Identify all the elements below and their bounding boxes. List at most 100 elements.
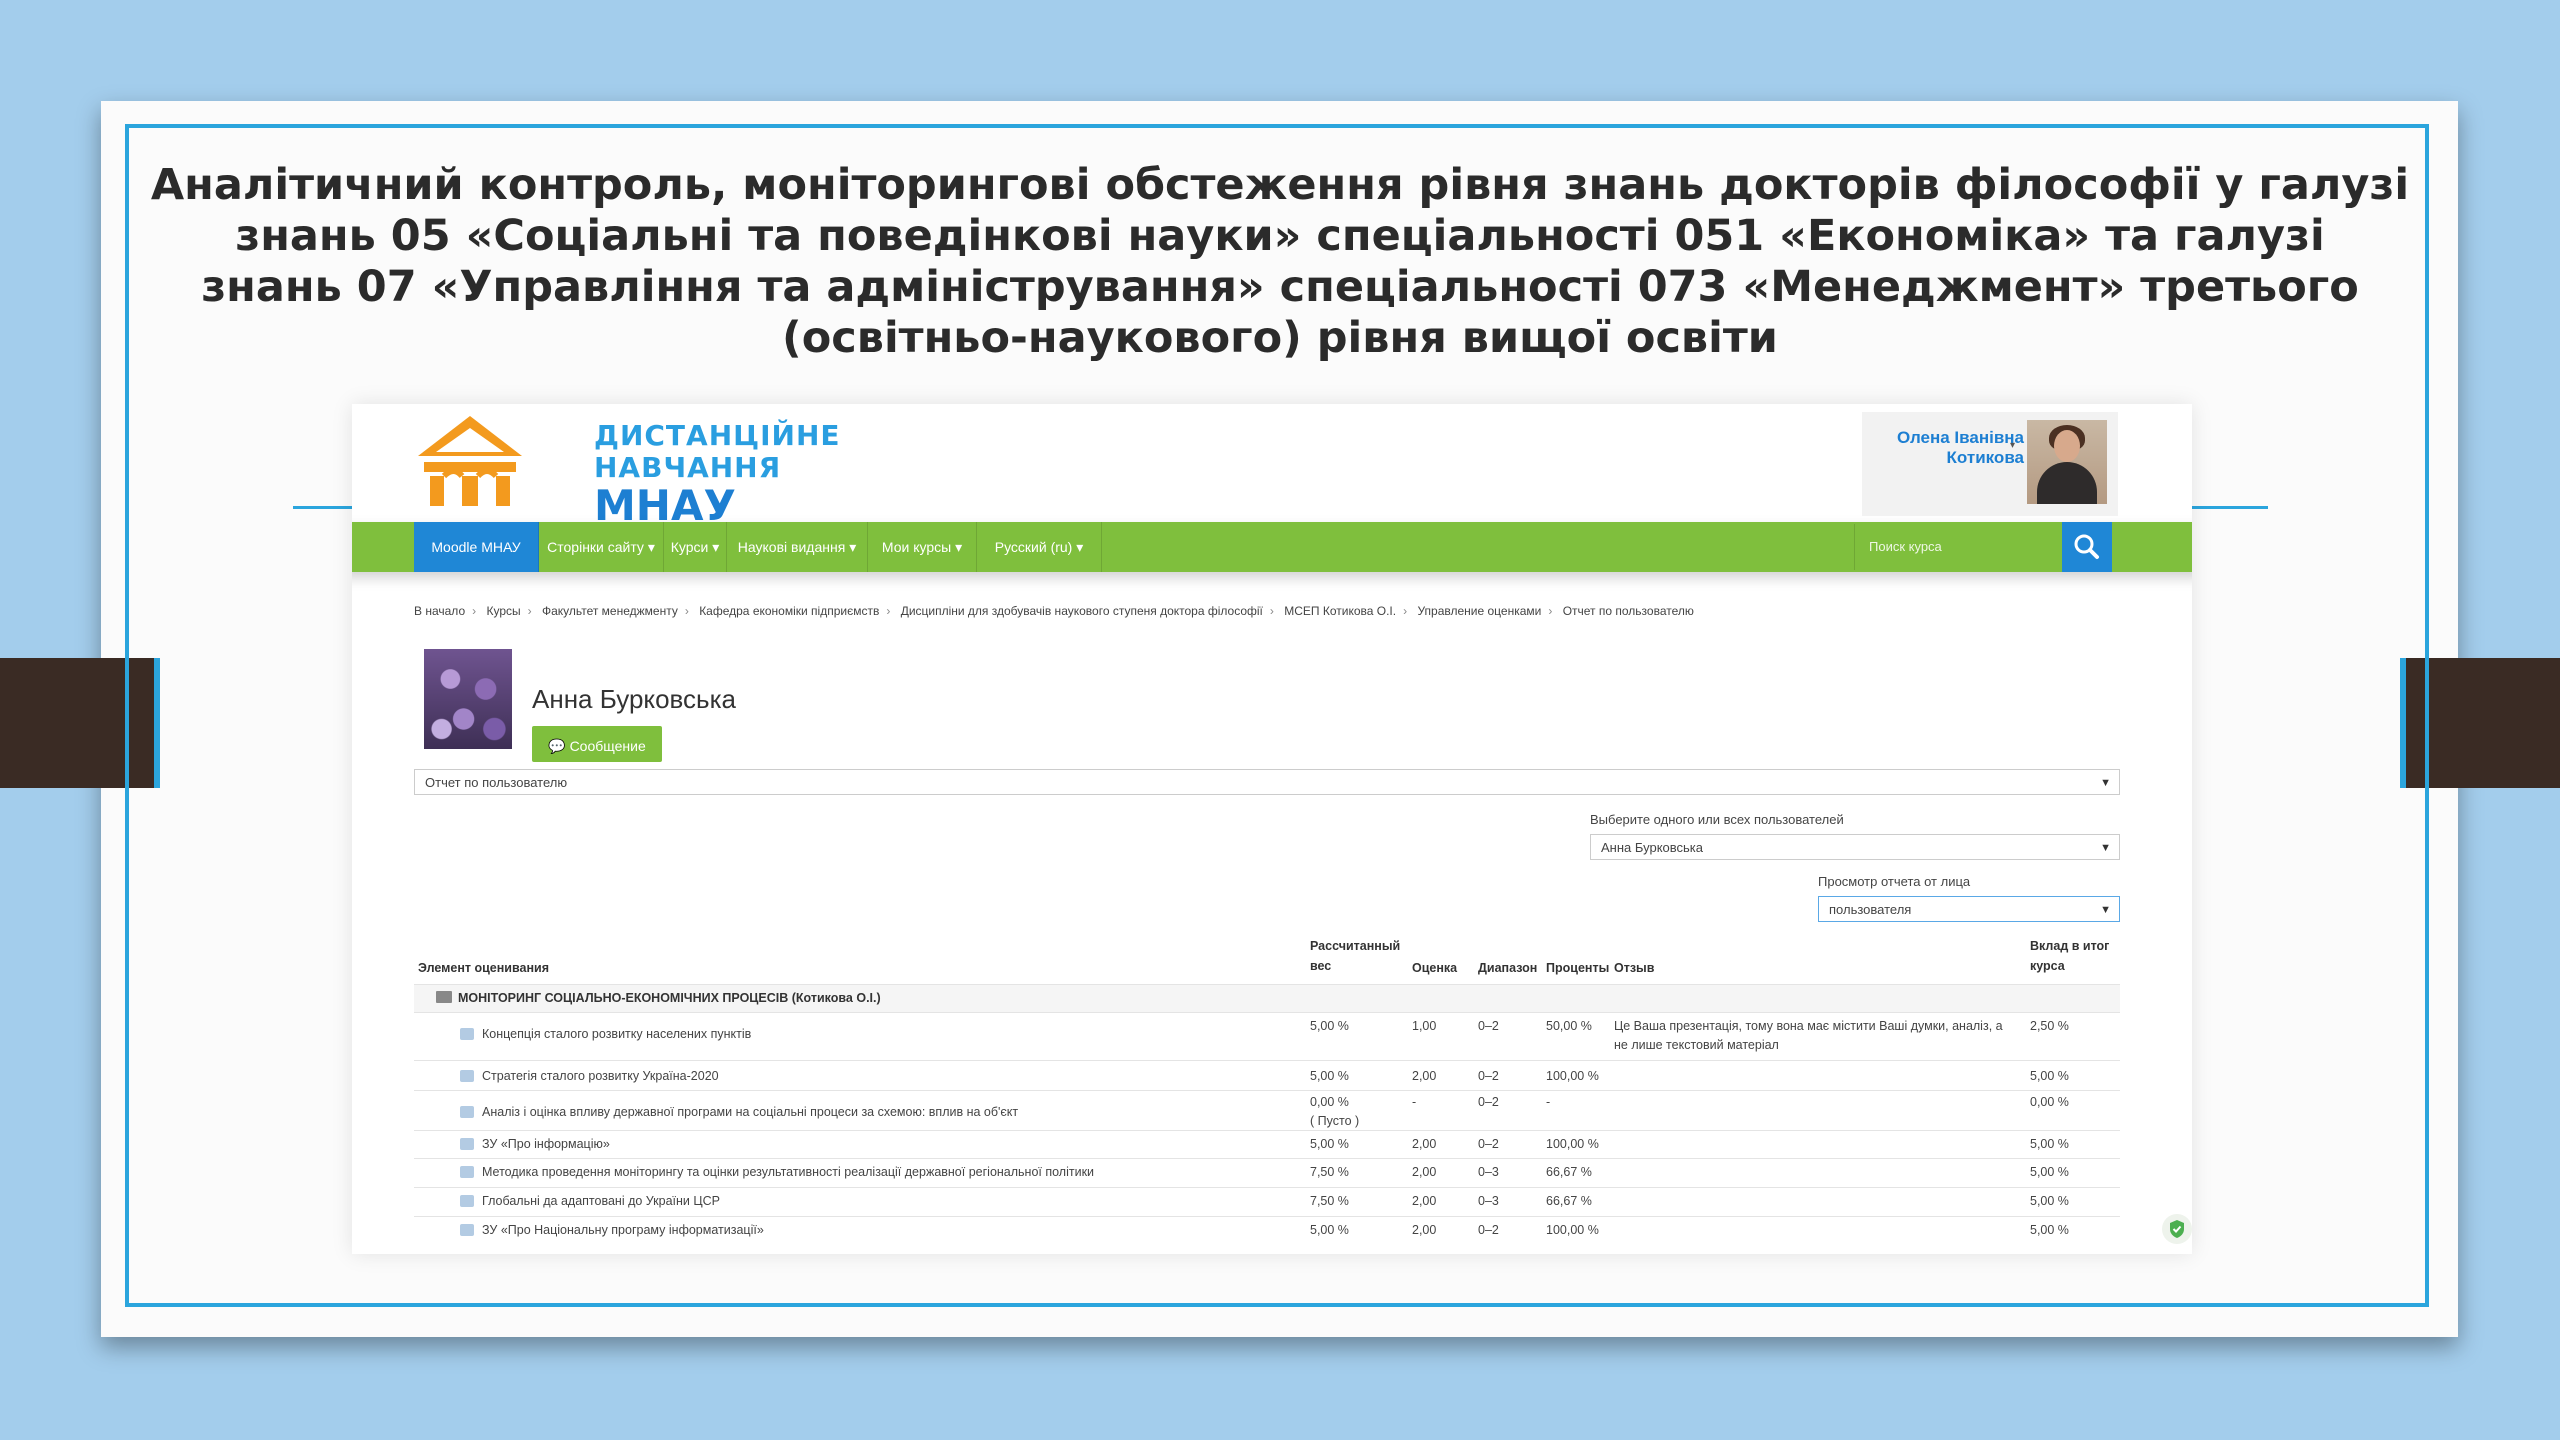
title-line: знань 05 «Соціальні та поведінкові науки… [235,211,2325,261]
assignment-icon [460,1195,474,1207]
chevron-down-icon[interactable]: ▾ [2010,440,2015,451]
feedback-line: не лише текстовий матеріал [1614,1038,1779,1052]
logo-line-1: ДИСТАНЦІЙНЕ [594,419,841,452]
weight-cell: 5,00 % [1310,1223,1349,1237]
grade-item-link[interactable]: Методика проведення моніторингу та оцінк… [460,1163,1094,1182]
grade-item-name: Стратегія сталого розвитку Україна-2020 [482,1069,719,1083]
user-select[interactable]: Анна Бурковська ▼ [1590,834,2120,860]
report-type-select[interactable]: Отчет по пользователю ▼ [414,769,2120,795]
view-as-select[interactable]: пользователя ▼ [1818,896,2120,922]
student-name: Анна Бурковська [532,684,737,714]
grade-cell: 2,00 [1412,1194,1437,1208]
grade-item-link[interactable]: ЗУ «Про Національну програму інформатиза… [460,1221,764,1240]
percent-cell: - [1546,1095,1551,1109]
logo-text: ДИСТАНЦІЙНЕ НАВЧАННЯ МНАУ [594,420,841,528]
grade-item-name: Аналіз і оцінка впливу державної програм… [482,1105,1019,1119]
user-menu[interactable]: Олена Іванівна Котикова ▾ [1862,412,2118,516]
user-select-value: Анна Бурковська [1601,840,1704,855]
grade-item-link[interactable]: ЗУ «Про інформацію» [460,1135,610,1154]
title-line: знань 07 «Управління та адміністрування»… [201,262,2359,312]
table-row: Концепція сталого розвитку населених пун… [414,1012,2120,1061]
nav-item-language[interactable]: Русский (ru) ▾ [977,522,1102,572]
search-button[interactable] [2062,522,2112,572]
grade-cell: 2,00 [1412,1069,1437,1083]
chevron-down-icon: ▾ [712,539,720,555]
header-range: Диапазон [1478,961,1538,975]
chevron-down-icon: ▼ [2100,904,2111,916]
nav-item-courses[interactable]: Курси ▾ [664,522,727,572]
slide-title: Аналітичний контроль, моніторингові обст… [140,160,2420,364]
chevron-down-icon: ▾ [849,539,857,555]
report-type-value: Отчет по пользователю [425,775,568,790]
breadcrumb: В начало › Курсы › Факультет менеджменту › … [414,604,1694,618]
users-select-label: Выберите одного или всех пользователей [1590,812,1844,827]
contribution-cell: 0,00 % [2030,1095,2069,1109]
grade-item-name: Методика проведення моніторингу та оцінк… [482,1165,1095,1179]
percent-cell: 100,00 % [1546,1223,1599,1237]
contribution-cell: 5,00 % [2030,1194,2069,1208]
folder-icon [436,991,452,1003]
view-as-label: Просмотр отчета от лица [1818,874,1971,889]
range-cell: 0–3 [1478,1165,1499,1179]
percent-cell: 66,67 % [1546,1165,1592,1179]
grade-item-name: ЗУ «Про Національну програму інформатиза… [482,1223,764,1237]
user-name[interactable]: Олена Іванівна Котикова [1870,428,2024,468]
site-logo[interactable]: ДИСТАНЦІЙНЕ НАВЧАННЯ МНАУ [414,410,840,528]
nav-item-my-courses[interactable]: Мои курсы ▾ [868,522,977,572]
category-title-text: МОНІТОРИНГ СОЦІАЛЬНО-ЕКОНОМІЧНИХ ПРОЦЕСІ… [458,991,881,1005]
range-cell: 0–2 [1478,1223,1499,1237]
table-row: Аналіз і оцінка впливу державної програм… [414,1090,2120,1131]
search-icon [2074,534,2099,559]
nav-label: Русский (ru) [994,539,1073,555]
breadcrumb-item[interactable]: Факультет менеджменту [542,604,678,618]
grade-item-link[interactable]: Аналіз і оцінка впливу державної програм… [460,1103,1018,1122]
nav-item-moodle[interactable]: Moodle МНАУ [414,522,539,572]
table-row: Стратегія сталого розвитку Україна-2020 … [414,1060,2120,1091]
message-button-label: Сообщение [569,738,646,754]
breadcrumb-item[interactable]: Курсы [486,604,520,618]
nav-item-publications[interactable]: Наукові видання ▾ [727,522,868,572]
weight-cell: 7,50 % [1310,1165,1349,1179]
chevron-down-icon: ▾ [647,539,655,555]
breadcrumb-item[interactable]: Управление оценками [1417,604,1541,618]
weight-cell: 0,00 % ( Пусто ) [1310,1093,1359,1131]
user-name-line: Олена Іванівна [1896,428,2024,447]
title-line: (освітньо-наукового) рівня вищої освіти [782,313,1778,363]
avatar[interactable] [2027,420,2107,504]
nav-label: Курси [670,539,709,555]
breadcrumb-item[interactable]: Отчет по пользователю [1563,604,1694,618]
title-line: Аналітичний контроль, моніторингові обст… [150,160,2410,210]
chevron-down-icon: ▼ [2100,842,2111,854]
grade-item-link[interactable]: Глобальні да адаптовані до України ЦСР [460,1192,720,1211]
contribution-cell: 5,00 % [2030,1137,2069,1151]
assignment-icon [460,1166,474,1178]
main-navbar: Moodle МНАУ Сторінки сайту ▾ Курси ▾ Нау… [352,522,2192,572]
contribution-cell: 5,00 % [2030,1165,2069,1179]
contribution-cell: 2,50 % [2030,1019,2069,1033]
header-weight-line: вес [1310,959,1332,973]
breadcrumb-item[interactable]: Кафедра економіки підприємств [699,604,879,618]
assignment-icon [460,1028,474,1040]
chevron-down-icon: ▾ [1076,539,1084,555]
chevron-down-icon: ▾ [955,539,963,555]
breadcrumb-item[interactable]: Дисципліни для здобувачів наукового ступ… [901,604,1263,618]
breadcrumb-item[interactable]: В начало [414,604,465,618]
nav-item-site-pages[interactable]: Сторінки сайту ▾ [539,522,664,572]
message-button[interactable]: 💬 Сообщение [532,726,662,762]
grade-item-name: Концепція сталого розвитку населених пун… [482,1027,752,1041]
grade-cell: 2,00 [1412,1137,1437,1151]
nav-label: Наукові видання [737,539,846,555]
student-avatar[interactable] [424,649,512,749]
course-search-input[interactable]: Поиск курса [1854,524,2062,570]
range-cell: 0–2 [1478,1019,1499,1033]
assignment-icon [460,1138,474,1150]
breadcrumb-item[interactable]: МСЕП Котикова О.І. [1284,604,1396,618]
user-name-line: Котикова [1946,448,2024,467]
percent-cell: 100,00 % [1546,1137,1599,1151]
grade-item-link[interactable]: Концепція сталого розвитку населених пун… [460,1025,751,1044]
grade-item-link[interactable]: Стратегія сталого розвитку Україна-2020 [460,1067,719,1086]
header-percent: Проценты [1546,961,1610,975]
security-badge[interactable] [2162,1214,2192,1244]
weight-note: ( Пусто ) [1310,1114,1360,1128]
assignment-icon [460,1224,474,1236]
